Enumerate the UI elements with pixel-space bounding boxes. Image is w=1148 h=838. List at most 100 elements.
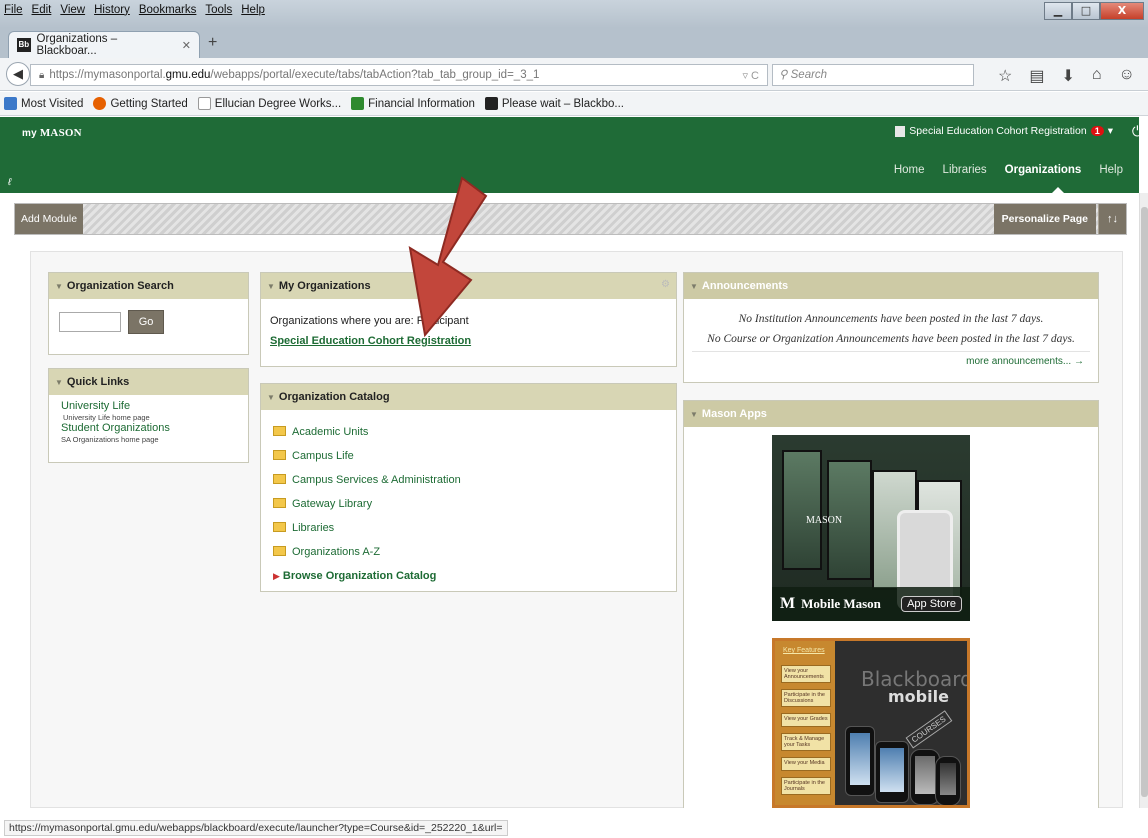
module-body: University Life University Life home pag… xyxy=(49,395,248,451)
app-screenshot xyxy=(782,450,822,570)
mobile-mason-label: Mobile Mason xyxy=(801,596,881,611)
catalog-item-libraries[interactable]: Libraries xyxy=(273,516,664,540)
feature-item: View your Grades xyxy=(781,713,831,727)
bookmark-most-visited[interactable]: Most Visited xyxy=(4,97,83,110)
scrollbar-thumb[interactable] xyxy=(1141,207,1148,797)
menu-view[interactable]: View xyxy=(60,4,85,16)
menu-bookmarks[interactable]: Bookmarks xyxy=(139,4,197,16)
collapse-triangle-icon[interactable]: ▼ xyxy=(267,393,275,402)
add-module-button[interactable]: Add Module xyxy=(15,204,84,234)
nav-libraries[interactable]: Libraries xyxy=(943,164,987,176)
module-title: Announcements xyxy=(701,280,789,292)
folder-icon xyxy=(273,426,286,436)
catalog-item-label: Campus Services & Administration xyxy=(292,474,461,486)
module-title: Organization Catalog xyxy=(278,391,390,403)
bookmark-blackboard[interactable]: Please wait – Blackbo... xyxy=(484,97,624,110)
new-tab-icon[interactable]: + xyxy=(208,34,217,52)
edit-pencil-icon[interactable]: ℓ xyxy=(8,177,11,188)
catalog-item-academic-units[interactable]: Academic Units xyxy=(273,420,664,444)
module-header[interactable]: ▼ Mason Apps xyxy=(684,401,1098,427)
bookmark-financial-info[interactable]: Financial Information xyxy=(351,97,475,110)
nav-help[interactable]: Help xyxy=(1099,164,1123,176)
announcements-module: ▼ Announcements No Institution Announceme… xyxy=(683,272,1099,383)
collapse-triangle-icon[interactable]: ▼ xyxy=(55,378,63,387)
pocket-icon[interactable]: ☺ xyxy=(1119,66,1135,86)
browser-titlebar: File Edit View History Bookmarks Tools H… xyxy=(0,0,1148,28)
browse-catalog-label: Browse Organization Catalog xyxy=(282,570,437,582)
personalize-page-button[interactable]: Personalize Page xyxy=(993,204,1096,234)
folder-icon xyxy=(273,546,286,556)
maximize-icon[interactable]: □ xyxy=(1072,2,1100,20)
reload-icon[interactable]: ▿ C xyxy=(742,69,759,82)
blackboard-mobile-app-image[interactable]: Key Features View your Announcements Par… xyxy=(772,638,970,808)
power-logout-icon[interactable]: ⏻ xyxy=(1132,123,1143,140)
most-visited-icon xyxy=(4,97,17,110)
organization-catalog-module: ▼ Organization Catalog Academic Units Cam… xyxy=(260,383,677,592)
search-input[interactable]: ⚲ Search xyxy=(772,64,974,86)
folder-icon xyxy=(273,498,286,508)
reorder-icon[interactable]: ↑↓ xyxy=(1098,204,1126,234)
app-store-badge[interactable]: App Store xyxy=(901,596,962,612)
mobile-mason-banner: M Mobile Mason App Store xyxy=(772,587,970,621)
mymason-logo[interactable]: my MASON xyxy=(22,127,82,139)
bookmark-label: Please wait – Blackbo... xyxy=(501,97,624,110)
folder-icon xyxy=(273,474,286,484)
back-arrow-icon[interactable]: ◀ xyxy=(6,62,30,86)
menu-help[interactable]: Help xyxy=(241,4,265,16)
quick-link-university-life[interactable]: University Life xyxy=(61,401,236,412)
catalog-item-label: Organizations A-Z xyxy=(292,546,381,558)
module-title: Quick Links xyxy=(66,376,130,388)
module-settings-icon[interactable]: ⚙ xyxy=(661,279,670,290)
menu-edit[interactable]: Edit xyxy=(32,4,52,16)
more-announcements-link[interactable]: more announcements... → xyxy=(692,352,1090,372)
tab-close-icon[interactable]: ✕ xyxy=(182,39,191,52)
download-icon[interactable]: ⬇ xyxy=(1061,66,1074,86)
dropdown-arrow-icon[interactable]: ▾ xyxy=(1108,125,1113,137)
organization-search-input[interactable] xyxy=(59,312,121,333)
bookmark-getting-started[interactable]: Getting Started xyxy=(93,97,188,110)
catalog-item-campus-services[interactable]: Campus Services & Administration xyxy=(273,468,664,492)
course-announcements-text: No Course or Organization Announcements … xyxy=(692,329,1090,352)
collapse-triangle-icon[interactable]: ▼ xyxy=(55,282,63,291)
folder-icon xyxy=(273,522,286,532)
bookmark-label: Financial Information xyxy=(368,97,475,110)
catalog-item-campus-life[interactable]: Campus Life xyxy=(273,444,664,468)
org-registration-menu[interactable]: Special Education Cohort Registration 1 … xyxy=(895,125,1113,137)
nav-organizations[interactable]: Organizations xyxy=(1005,164,1082,176)
nav-home[interactable]: Home xyxy=(894,164,925,176)
home-icon[interactable]: ⌂ xyxy=(1092,66,1102,86)
logo-prefix: my xyxy=(22,128,37,139)
module-header[interactable]: ▼ Announcements xyxy=(684,273,1098,299)
collapse-triangle-icon[interactable]: ▼ xyxy=(267,282,275,291)
module-header[interactable]: ▼ Organization Catalog xyxy=(261,384,676,410)
quick-link-student-organizations[interactable]: Student Organizations xyxy=(61,423,236,434)
mobile-mason-app-image[interactable]: MASON M Mobile Mason App Store xyxy=(772,435,970,621)
menu-file[interactable]: File xyxy=(4,4,23,16)
menu-tools[interactable]: Tools xyxy=(205,4,232,16)
close-icon[interactable]: X xyxy=(1100,2,1144,20)
url-bar[interactable]: 🔒︎ https://mymasonportal. gmu.edu/webapps… xyxy=(30,64,768,86)
document-icon xyxy=(895,125,906,137)
annotation-arrow-icon xyxy=(408,176,488,338)
browse-organization-catalog-link[interactable]: ▶ Browse Organization Catalog xyxy=(273,564,664,588)
module-header[interactable]: ▼ Organization Search xyxy=(49,273,248,299)
reading-list-icon[interactable]: ▤ xyxy=(1029,66,1044,86)
menu-history[interactable]: History xyxy=(94,4,130,16)
folder-icon xyxy=(273,450,286,460)
module-header[interactable]: ▼ Quick Links xyxy=(49,369,248,395)
status-bar: https://mymasonportal.gmu.edu/webapps/bl… xyxy=(0,808,1148,838)
url-prefix: https://mymasonportal. xyxy=(49,69,166,81)
minimize-icon[interactable]: ▁ xyxy=(1044,2,1072,20)
collapse-triangle-icon[interactable]: ▼ xyxy=(690,410,698,419)
tab-title: Organizations – Blackboar... xyxy=(36,33,118,57)
bookmark-star-icon[interactable]: ☆ xyxy=(998,66,1012,86)
notification-badge[interactable]: 1 xyxy=(1090,126,1104,136)
collapse-triangle-icon[interactable]: ▼ xyxy=(690,282,698,291)
bookmark-degree-works[interactable]: Ellucian Degree Works... xyxy=(197,97,341,110)
tab-organizations[interactable]: Bb Organizations – Blackboar... ✕ xyxy=(8,31,200,58)
page-scrollbar[interactable] xyxy=(1139,193,1148,808)
module-body: No Institution Announcements have been p… xyxy=(684,299,1098,372)
catalog-item-gateway-library[interactable]: Gateway Library xyxy=(273,492,664,516)
catalog-item-organizations-az[interactable]: Organizations A-Z xyxy=(273,540,664,564)
go-button[interactable]: Go xyxy=(128,310,165,334)
